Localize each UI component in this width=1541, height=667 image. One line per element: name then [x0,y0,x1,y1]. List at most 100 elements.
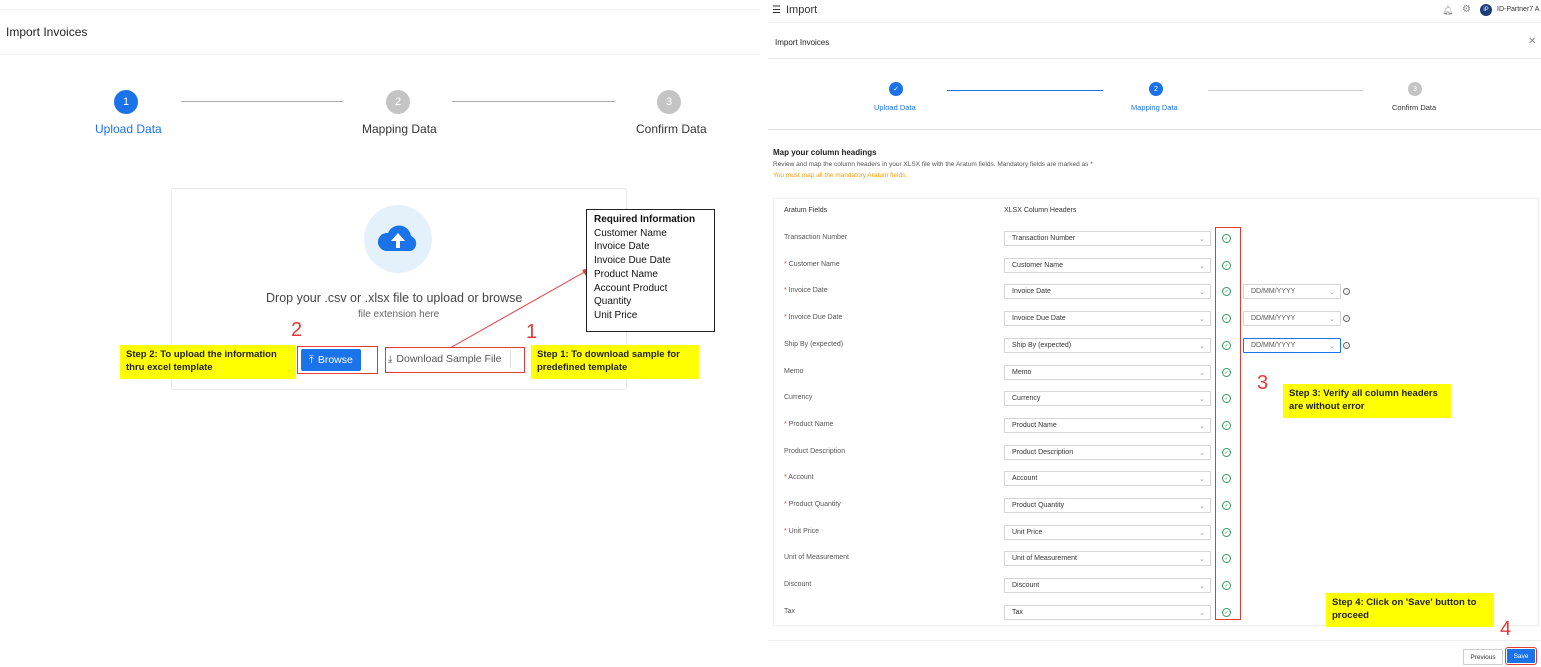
field-name: Unit of Measurement [784,554,849,561]
step-connector [452,101,615,102]
column-select[interactable]: Invoice Due Date ⌄ [1004,311,1211,326]
column-select[interactable]: Tax ⌄ [1004,605,1211,620]
column-select[interactable]: Product Name ⌄ [1004,418,1211,433]
help-icon[interactable]: ? [1343,288,1350,295]
chevron-down-icon: ⌄ [1199,343,1205,350]
required-info-item: Unit Price [594,309,638,321]
chevron-down-icon: ⌄ [1199,316,1205,323]
annotation-number-2: 2 [291,319,303,341]
field-name: Memo [784,368,804,375]
divider [768,22,1541,23]
section-description: Review and map the column headers in you… [773,161,1093,168]
column-header-fields: Aratum Fields [784,207,828,214]
field-name: * Unit Price [784,528,820,535]
bell-icon[interactable]: 🔔︎ [1442,5,1453,16]
step-connector [1208,90,1363,91]
chevron-down-icon: ⌄ [1199,236,1205,243]
required-info-item: Product Name [594,268,658,280]
chevron-down-icon: ⌄ [1329,316,1335,323]
chevron-down-icon: ⌄ [1329,289,1335,296]
step-1-label: Upload Data [874,103,916,112]
annotation-note-step2: Step 2: To upload the information thru e… [120,345,296,379]
column-select[interactable]: Ship By (expected) ⌄ [1004,338,1211,353]
required-info-item: Customer Name [594,227,667,239]
user-name[interactable]: ID-Partner7 A [1497,6,1539,13]
field-name: Ship By (expected) [784,341,844,348]
annotation-number-3: 3 [1257,372,1269,394]
chevron-down-icon: ⌄ [1199,263,1205,270]
step-connector [947,90,1103,91]
column-select[interactable]: Unit of Measurement ⌄ [1004,551,1211,566]
field-name: Product Description [784,448,846,455]
chevron-down-icon: ⌄ [1199,556,1205,563]
annotation-note-step3: Step 3: Verify all column headers are wi… [1283,384,1451,418]
step-3-label: Confirm Data [636,122,707,136]
chevron-down-icon: ⌄ [1199,610,1205,617]
field-name: * Invoice Due Date [784,314,843,321]
column-select[interactable]: Discount ⌄ [1004,578,1211,593]
cloud-upload-icon [364,205,432,273]
app-title: Import [786,4,818,16]
section-title: Map your column headings [773,148,877,157]
step-1-label: Upload Data [95,122,162,136]
column-select[interactable]: Product Quantity ⌄ [1004,498,1211,513]
divider [768,58,1541,59]
required-info-title: Required Information [594,214,696,225]
step-2-label: Mapping Data [362,122,437,136]
annotation-arrow [449,268,590,349]
field-name: * Product Name [784,421,834,428]
chevron-down-icon: ⌄ [1199,503,1205,510]
column-select[interactable]: Unit Price ⌄ [1004,525,1211,540]
upload-icon: ⤒ [309,353,314,366]
divider [0,54,760,55]
step-1-complete-indicator: ✓ [889,82,903,96]
date-format-select[interactable]: DD/MM/YYYY ⌄ [1243,338,1341,353]
field-name: Transaction Number [784,234,848,241]
step-2-indicator: 2 [1149,82,1163,96]
menu-icon[interactable]: ☰ [772,5,781,16]
check-icon: ✓ [893,86,899,93]
step-3-label: Confirm Data [1392,103,1437,112]
step-connector [181,101,343,102]
dropzone-subtext: file extension here [358,309,440,320]
date-format-select[interactable]: DD/MM/YYYY ⌄ [1243,284,1341,299]
required-info-item: Invoice Date [594,241,650,253]
previous-button[interactable]: Previous [1463,649,1503,665]
column-select[interactable]: Product Description ⌄ [1004,445,1211,460]
field-name: * Invoice Date [784,287,828,294]
divider [768,129,1541,130]
avatar[interactable]: iP [1480,4,1492,16]
step-2-label: Mapping Data [1131,103,1178,112]
page-title: Import Invoices [6,25,88,39]
step-3-indicator: 3 [657,90,681,114]
column-select[interactable]: Currency ⌄ [1004,391,1211,406]
required-info-box: Required Information Customer Name Invoi… [586,209,715,332]
column-select[interactable]: Invoice Date ⌄ [1004,284,1211,299]
save-button[interactable]: Save [1505,647,1537,665]
chevron-down-icon: ⌄ [1199,396,1205,403]
annotation-number-4: 4 [1500,618,1512,640]
chevron-down-icon: ⌄ [1199,289,1205,296]
chevron-down-icon: ⌄ [1329,343,1335,350]
help-icon[interactable]: ? [1343,315,1350,322]
step-2-indicator: 2 [386,90,410,114]
annotation-highlight-checks [1215,227,1241,620]
column-select[interactable]: Transaction Number ⌄ [1004,231,1211,246]
download-icon: ⤓ [388,353,393,365]
field-name: * Account [784,474,814,481]
chevron-down-icon: ⌄ [1199,476,1205,483]
divider [768,640,1541,641]
help-icon[interactable]: ? [1343,342,1350,349]
browse-button[interactable]: ⤒ Browse [301,349,361,371]
chevron-down-icon: ⌄ [1199,423,1205,430]
modal-title: Import Invoices [775,38,830,47]
column-select[interactable]: Memo ⌄ [1004,365,1211,380]
divider [0,9,760,10]
column-header-xlsx: XLSX Column Headers [1004,207,1077,214]
close-icon[interactable]: ✕ [1528,36,1536,47]
gear-icon[interactable]: ⚙ [1462,4,1471,15]
column-select[interactable]: Account ⌄ [1004,471,1211,486]
column-select[interactable]: Customer Name ⌄ [1004,258,1211,273]
date-format-select[interactable]: DD/MM/YYYY ⌄ [1243,311,1341,326]
field-name: Tax [784,608,795,615]
